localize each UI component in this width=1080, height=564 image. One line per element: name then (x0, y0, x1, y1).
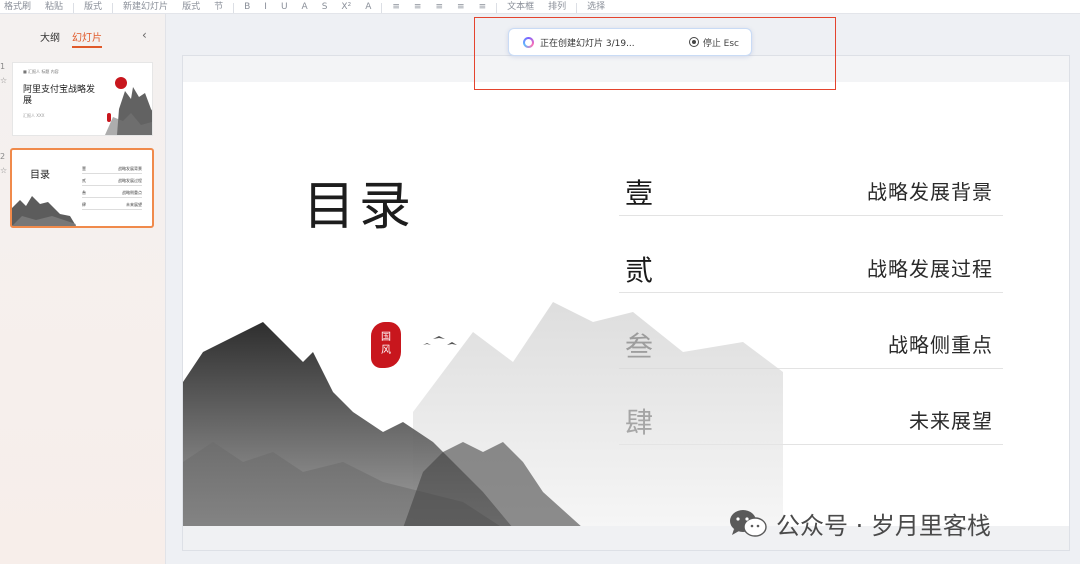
ink-mountain-image (105, 77, 152, 135)
slide-panel: 大纲 幻灯片 ‹ 1 ☆ ■ 汇报人 标题 内容 阿里支付宝战略发展 汇报人 X… (0, 14, 166, 564)
toc-label: 战略发展背景 (867, 180, 993, 204)
star-icon: ☆ (0, 76, 8, 85)
ink-mountain-image (12, 196, 76, 226)
font-color-button[interactable]: A (298, 3, 312, 13)
thumb-toc-item: 肆未来展望 (82, 200, 142, 210)
slide-title[interactable]: 目录 (303, 164, 415, 239)
slide-thumbnail-1[interactable]: ■ 汇报人 标题 内容 阿里支付宝战略发展 汇报人 XXX (12, 62, 153, 136)
layout-dropdown[interactable]: 版式 (178, 3, 204, 13)
bold-button[interactable]: B (240, 3, 254, 13)
tab-outline[interactable]: 大纲 (40, 29, 60, 48)
toc-label: 战略发展过程 (867, 257, 993, 281)
watermark-text: 公众号 · 岁月里客栈 (776, 512, 991, 540)
highlight-button[interactable]: A (361, 3, 375, 13)
align-center-button[interactable]: ≡ (410, 3, 426, 13)
toc-item[interactable]: 壹 战略发展背景 (619, 166, 1003, 216)
textbox-button[interactable]: 文本框 (503, 3, 538, 13)
toc-number: 贰 (625, 254, 654, 287)
toc-number: 壹 (625, 177, 654, 210)
align-right-button[interactable]: ≡ (431, 3, 447, 13)
arrange-button[interactable]: 排列 (544, 3, 570, 13)
toc-label: 未来展望 (909, 409, 993, 433)
slide-thumbnail-2[interactable]: 目录 壹战略发展背景 贰战略发展过程 叁战略侧重点 肆未来展望 (10, 148, 154, 228)
thumb-header: ■ 汇报人 标题 内容 (23, 69, 59, 74)
strikethrough-button[interactable]: S (318, 3, 332, 13)
toolbar-divider (576, 3, 578, 13)
italic-button[interactable]: I (260, 3, 271, 13)
ribbon-toolbar: 格式刷 粘贴 版式 新建幻灯片 版式 节 B I U A S X² A ≡ ≡ … (0, 0, 1080, 14)
watermark: 公众号 · 岁月里客栈 (728, 506, 991, 541)
slide-number: 2 (0, 152, 6, 161)
paste-button[interactable]: 粘贴 (41, 3, 67, 13)
panel-tabs: 大纲 幻灯片 (40, 29, 102, 48)
thumb-toc-item: 叁战略侧重点 (82, 188, 142, 198)
tab-slides[interactable]: 幻灯片 (72, 29, 102, 48)
toolbar-divider (381, 3, 383, 13)
toolbar-divider (496, 3, 498, 13)
underline-button[interactable]: U (277, 3, 292, 13)
toolbar-divider (73, 3, 75, 13)
line-spacing-button[interactable]: ≡ (475, 3, 491, 13)
thumb-toc-item: 贰战略发展过程 (82, 176, 142, 186)
toolbar-divider (233, 3, 235, 13)
thumb-subtitle: 汇报人 XXX (23, 113, 45, 118)
section-button[interactable]: 节 (210, 3, 227, 13)
layout-button[interactable]: 版式 (80, 3, 106, 13)
align-left-button[interactable]: ≡ (388, 3, 404, 13)
highlight-annotation-box (474, 17, 836, 90)
format-painter-button[interactable]: 格式刷 (0, 3, 35, 13)
select-button[interactable]: 选择 (583, 3, 609, 13)
thumb-title: 目录 (30, 170, 50, 181)
star-icon: ☆ (0, 166, 8, 175)
slide-number: 1 (0, 62, 6, 71)
thumb-title: 阿里支付宝战略发展 (23, 85, 96, 106)
chevron-left-icon[interactable]: ‹ (142, 28, 147, 42)
thumb-toc-item: 壹战略发展背景 (82, 164, 142, 174)
wechat-icon (730, 509, 767, 537)
toc-item[interactable]: 贰 战略发展过程 (619, 243, 1003, 293)
ink-mountain-image (183, 302, 783, 528)
slide-canvas[interactable]: 目录 壹 战略发展背景 贰 战略发展过程 叁 战略侧重点 肆 未来展望 (182, 55, 1070, 551)
superscript-button[interactable]: X² (337, 3, 355, 13)
new-slide-button[interactable]: 新建幻灯片 (119, 3, 172, 13)
toc-label: 战略侧重点 (888, 333, 993, 357)
guofeng-seal: 国 风 (371, 322, 401, 368)
justify-button[interactable]: ≡ (453, 3, 469, 13)
toolbar-divider (112, 3, 114, 13)
